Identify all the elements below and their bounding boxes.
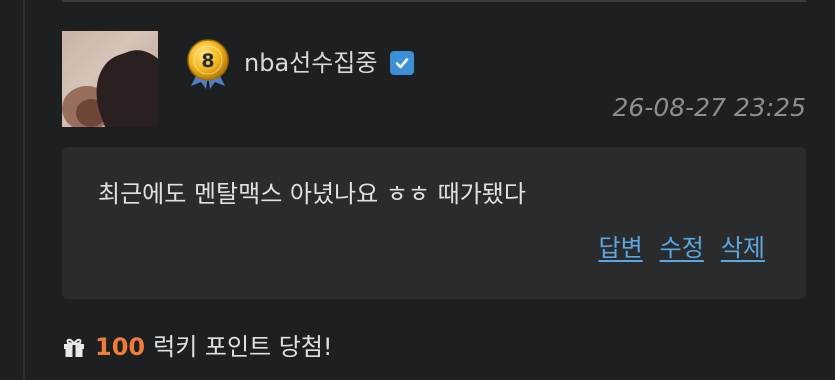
reply-link[interactable]: 답변 [598, 232, 642, 264]
level-8-badge-icon: 8 [185, 38, 231, 90]
lucky-point-notice: 100 럭키 포인트 당첨! [62, 331, 333, 363]
lucky-point-text: 럭키 포인트 당첨! [153, 333, 333, 361]
level-number: 8 [201, 50, 214, 72]
gift-icon [62, 335, 86, 359]
comment-timestamp: 26-08-27 23:25 [612, 93, 806, 122]
lucky-point-amount: 100 [95, 333, 146, 361]
avatar[interactable] [62, 31, 158, 127]
checkbox-check-icon [390, 51, 415, 75]
author-name[interactable]: nba선수집중 [244, 48, 377, 78]
author-row: nba선수집중 [244, 48, 415, 78]
top-divider [62, 0, 806, 2]
comment-actions: 답변 수정 삭제 [598, 232, 765, 264]
comment-text: 최근에도 멘탈맥스 아녔나요 ㅎㅎ 때가됐다 [98, 180, 526, 208]
edit-link[interactable]: 수정 [660, 232, 704, 264]
comment-body-box: 최근에도 멘탈맥스 아녔나요 ㅎㅎ 때가됐다 답변 수정 삭제 [62, 147, 806, 299]
thread-divider-line [23, 0, 25, 380]
delete-link[interactable]: 삭제 [721, 232, 765, 264]
comment-section: 8 nba선수집중 26-08-27 23:25 최근에도 멘탈맥스 아녔나요 … [0, 0, 835, 380]
